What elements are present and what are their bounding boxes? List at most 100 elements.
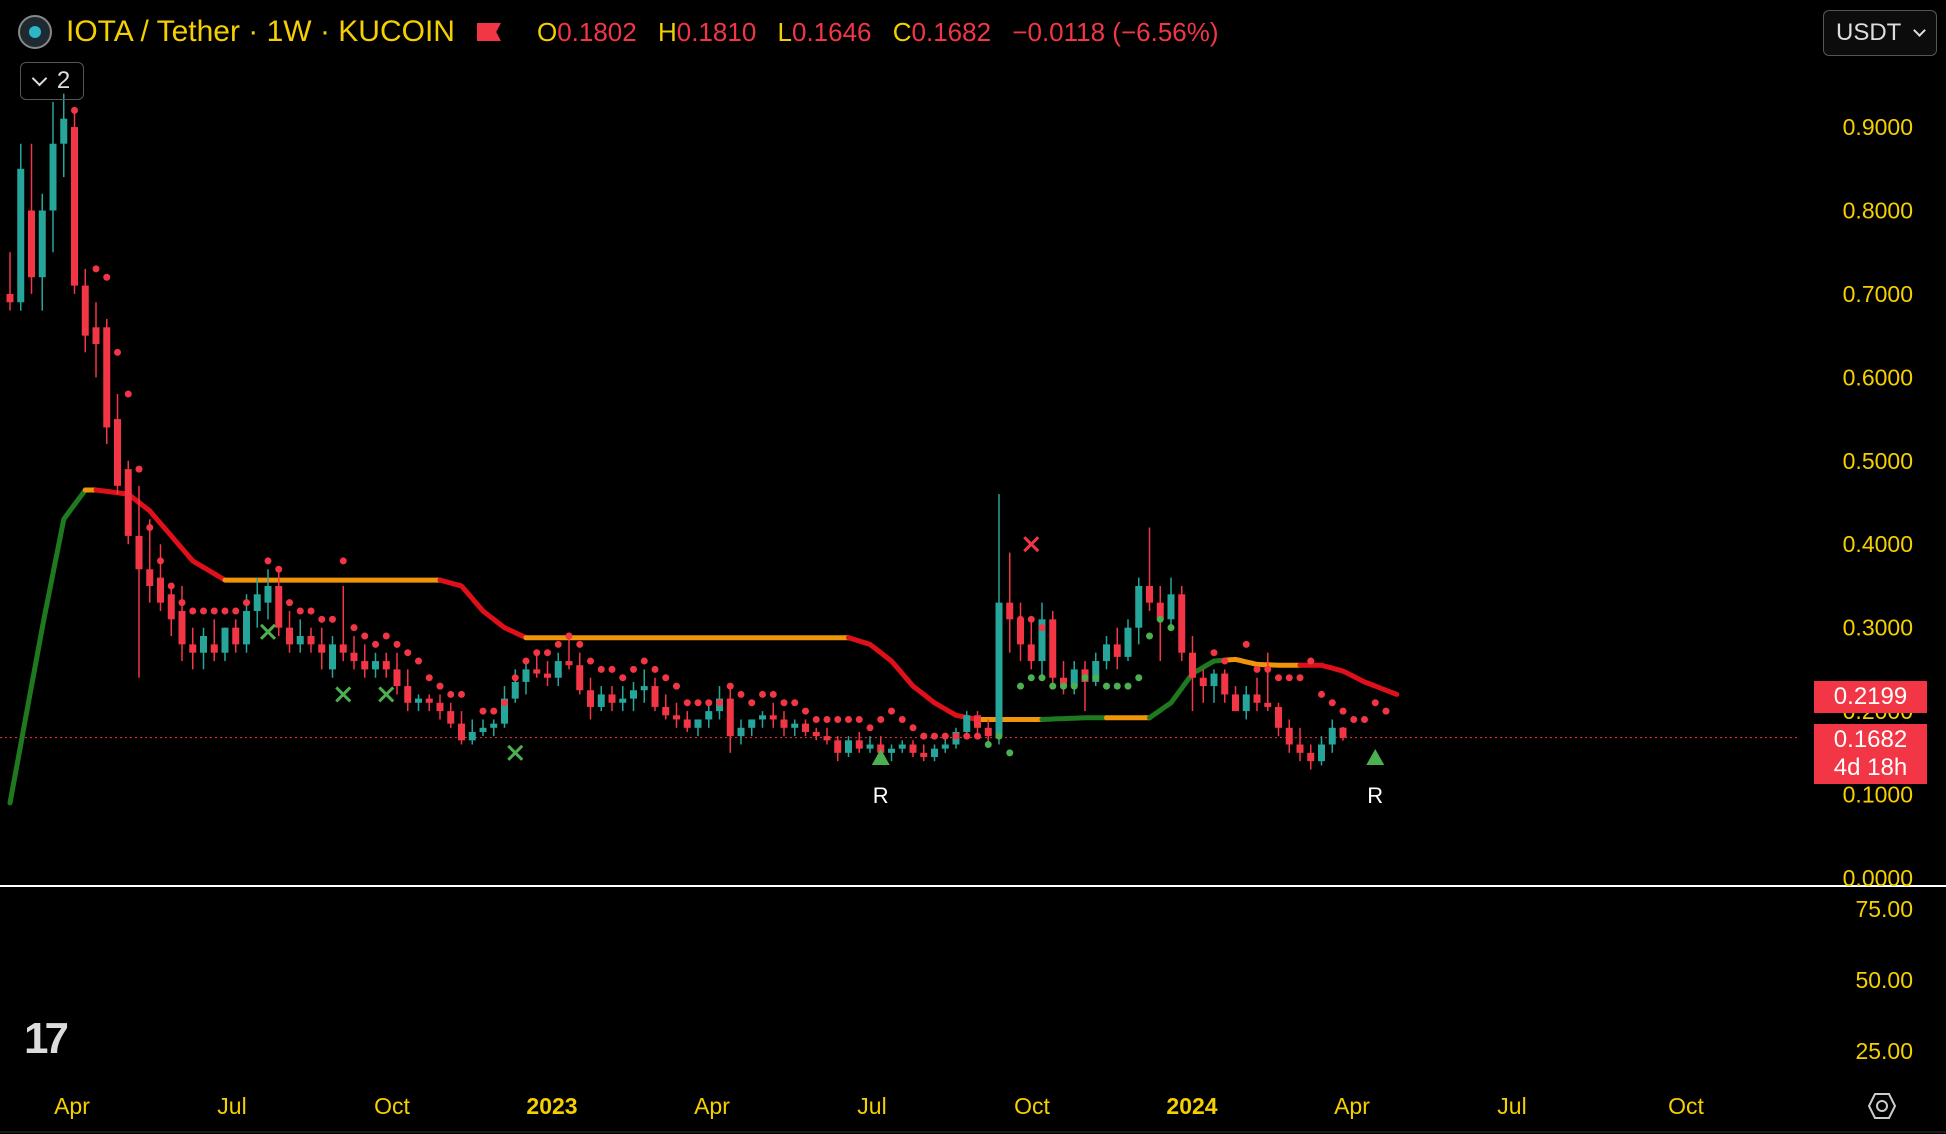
symbol-title[interactable]: IOTA / Tether · 1W · KUCOIN <box>66 15 455 49</box>
signal-dot-red <box>415 657 422 665</box>
candle <box>812 727 820 741</box>
signal-dot-red <box>1027 615 1035 623</box>
signal-dot-red <box>232 607 240 615</box>
time-axis-label: Apr <box>54 1093 90 1119</box>
symbol-header[interactable]: IOTA / Tether · 1W · KUCOIN O0.1802 H0.1… <box>18 12 1219 52</box>
settings-icon[interactable] <box>1868 1092 1896 1120</box>
candle <box>898 740 906 753</box>
open-label: O <box>536 16 558 47</box>
candle <box>17 143 25 311</box>
signal-dot-green <box>1081 674 1089 682</box>
signal-dot-red <box>630 665 637 673</box>
price-chart[interactable]: R R 0.9000 0.8000 0.7000 0.6000 0.5000 0.4000 0… <box>0 0 1946 1134</box>
candle-body <box>6 293 14 303</box>
time-axis-label: Oct <box>1014 1093 1050 1119</box>
candle <box>103 318 111 445</box>
price-axis-label: 0.6000 <box>1843 364 1913 390</box>
candle-body <box>726 698 734 737</box>
signal-dot-red <box>1382 707 1390 715</box>
candle <box>554 652 562 687</box>
signal-dot-green <box>1049 682 1057 690</box>
signal-dot-red <box>963 732 971 740</box>
candle <box>372 652 379 678</box>
high-label: H <box>657 16 677 47</box>
signal-dot-red <box>501 699 508 707</box>
candle <box>1339 726 1347 741</box>
last-price-tag: 0.1682 4d 18h <box>1814 724 1927 784</box>
signal-dot-red <box>275 565 283 573</box>
candle-body <box>941 744 949 749</box>
trail-level-value: 0.2199 <box>1833 683 1908 710</box>
candle-body <box>587 690 594 707</box>
flag-icon[interactable] <box>476 23 501 41</box>
indicator-legend-toggle[interactable]: 2 <box>20 62 84 100</box>
candle-body <box>511 681 519 699</box>
candle-body <box>694 719 702 728</box>
candle <box>393 652 401 695</box>
candle <box>307 627 315 653</box>
candle-body <box>1296 744 1304 753</box>
candle-body <box>812 731 820 737</box>
signal-dot-red <box>726 682 734 690</box>
candle-body <box>834 740 842 753</box>
candle <box>1113 627 1121 670</box>
candle-body <box>1232 694 1239 712</box>
candle <box>146 519 154 603</box>
signal-dot-red <box>877 715 885 723</box>
candle-body <box>382 661 390 670</box>
cross-marker-green <box>378 686 395 703</box>
candle <box>1221 669 1229 703</box>
candle-body <box>339 644 347 653</box>
candle <box>576 652 584 695</box>
r-signal-label: R <box>873 783 889 808</box>
bar-countdown: 4d 18h <box>1833 754 1908 781</box>
signal-dot-red <box>1307 657 1315 665</box>
signal-dot-red <box>952 732 960 740</box>
candle-body <box>931 748 938 758</box>
candle-body <box>855 740 863 749</box>
candle-body <box>232 627 240 645</box>
candle <box>1006 552 1014 653</box>
candle <box>640 669 648 703</box>
signal-dot-red <box>1264 665 1272 673</box>
candle <box>662 694 670 720</box>
candle-body <box>490 723 498 728</box>
candle <box>81 268 89 353</box>
candle <box>931 744 938 762</box>
signal-dot-red <box>1318 690 1325 698</box>
signal-dot-red <box>974 732 981 740</box>
candle <box>253 577 261 628</box>
candle <box>1049 610 1057 687</box>
time-axis-label: 2024 <box>1166 1093 1217 1119</box>
trail-line-segment <box>437 577 529 641</box>
iota-coin-icon <box>18 15 52 49</box>
candle-body <box>318 644 326 653</box>
candle <box>1038 602 1046 678</box>
close-value: 0.1682 <box>911 16 992 47</box>
signal-dot-red <box>146 524 154 532</box>
candle-body <box>1307 752 1315 762</box>
ohlc-values: O0.1802 H0.1810 L0.1646 C0.1682 −0.0118 … <box>523 17 1219 48</box>
currency-select[interactable]: USDT <box>1823 10 1937 56</box>
candle-body <box>597 694 605 707</box>
candle-body <box>1210 673 1218 687</box>
price-axis-label: 0.9000 <box>1843 114 1913 140</box>
candle <box>71 110 78 294</box>
candle <box>124 460 132 545</box>
signal-dot-red <box>92 265 100 273</box>
candle <box>791 719 799 737</box>
signal-dot-red <box>522 657 530 665</box>
candle-body <box>1242 694 1250 712</box>
candle <box>683 711 691 732</box>
candle <box>200 627 207 670</box>
signal-dot-red <box>608 665 616 673</box>
r-signal-label: R <box>1367 783 1383 808</box>
trail-line-segment <box>846 635 980 722</box>
candle-body <box>210 644 218 653</box>
candle-body <box>759 715 766 720</box>
signal-dot-red <box>200 607 207 615</box>
candle-body <box>81 285 89 336</box>
candle <box>221 627 229 662</box>
signal-dot-green <box>1146 632 1153 640</box>
tradingview-logo-icon[interactable]: 17 <box>24 1014 69 1064</box>
